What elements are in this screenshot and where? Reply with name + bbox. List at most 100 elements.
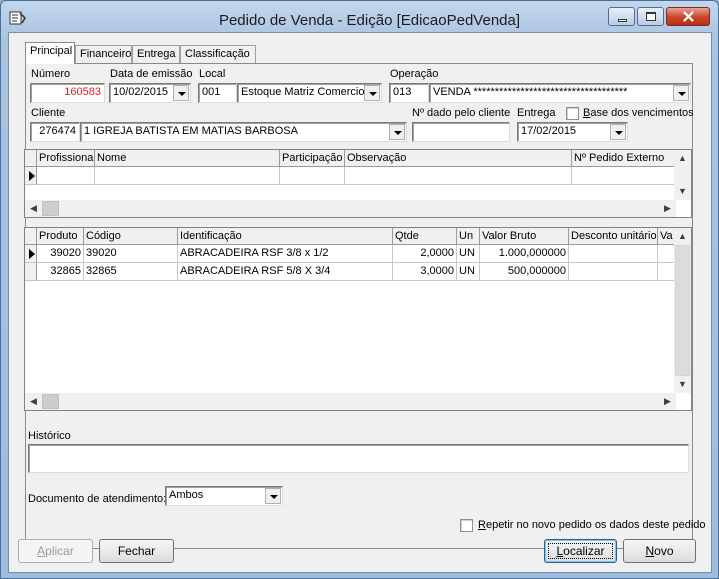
col-header-produto[interactable]: Produto (37, 228, 84, 245)
cliente-label: Cliente (31, 107, 66, 119)
cell-codigo[interactable]: 32865 (84, 263, 178, 281)
scroll-down-icon[interactable]: ▼ (674, 183, 691, 200)
chevron-down-icon[interactable] (673, 85, 689, 101)
pedido-cliente-field[interactable] (412, 122, 510, 142)
cliente-code-field[interactable]: 276474 (30, 122, 80, 142)
repetir-checkbox[interactable] (460, 519, 473, 532)
table-row[interactable] (25, 167, 676, 185)
row-indicator-header (25, 150, 37, 167)
pedido-cliente-label: Nº dado pelo cliente (412, 107, 511, 119)
table-row[interactable]: 32865 32865 ABRACADEIRA RSF 5/8 X 3/4 3,… (25, 263, 676, 281)
table-cell[interactable] (572, 167, 676, 185)
aplicar-button[interactable]: Aplicar (18, 539, 93, 563)
entrega-date-field[interactable]: 17/02/2015 (517, 122, 628, 142)
title-bar[interactable]: Pedido de Venda - Edição [EdicaoPedVenda… (1, 1, 718, 33)
close-icon (683, 11, 694, 22)
tab-classificacao[interactable]: Classificação (180, 45, 256, 64)
table-cell[interactable] (37, 167, 95, 185)
cell-identificacao[interactable]: ABRACADEIRA RSF 5/8 X 3/4 (178, 263, 393, 281)
cell-qtde[interactable]: 3,0000 (393, 263, 457, 281)
scroll-thumb[interactable] (42, 394, 59, 409)
local-label: Local (199, 68, 226, 80)
scroll-up-icon[interactable]: ▲ (674, 150, 691, 167)
scroll-thumb[interactable] (42, 201, 59, 216)
scroll-down-icon[interactable]: ▼ (674, 376, 691, 393)
localizar-button[interactable]: Localizar (544, 539, 617, 563)
cell-desconto-unitario[interactable] (569, 263, 658, 281)
cell-un[interactable]: UN (457, 245, 480, 263)
vertical-scrollbar[interactable]: ▲ ▼ (674, 228, 691, 393)
scroll-right-icon[interactable]: ▶ (659, 393, 676, 410)
minimize-button[interactable] (608, 7, 635, 26)
data-emissao-value: 10/02/2015 (113, 86, 169, 98)
row-indicator (25, 263, 37, 281)
operacao-code-field[interactable]: 013 (389, 83, 429, 103)
col-header-participacao[interactable]: Participação (280, 150, 345, 167)
documento-value: Ambos (169, 489, 204, 501)
table-cell[interactable] (345, 167, 572, 185)
tab-label: Principal (30, 45, 73, 57)
chevron-down-icon[interactable] (389, 124, 405, 140)
novo-button[interactable]: Novo (623, 539, 696, 563)
col-header-codigo[interactable]: Código (84, 228, 178, 245)
chevron-down-icon[interactable] (265, 488, 281, 504)
base-vencimentos-checkbox[interactable] (566, 107, 579, 120)
local-name-select[interactable]: Estoque Matriz Comercio (237, 83, 382, 103)
cell-codigo[interactable]: 39020 (84, 245, 178, 263)
chevron-down-icon[interactable] (173, 85, 189, 101)
horizontal-scrollbar[interactable]: ◀ ▶ (25, 393, 676, 410)
operacao-name-select[interactable]: VENDA **********************************… (429, 83, 691, 103)
cell-qtde[interactable]: 2,0000 (393, 245, 457, 263)
scroll-right-icon[interactable]: ▶ (659, 200, 676, 217)
tab-panel-principal: Número Data de emissão Local Operação 16… (24, 63, 694, 549)
tab-financeiro[interactable]: Financeiro (75, 45, 132, 64)
data-emissao-field[interactable]: 10/02/2015 (109, 83, 191, 103)
scroll-up-icon[interactable]: ▲ (674, 228, 691, 245)
tab-label: Classificação (185, 48, 250, 60)
tab-principal[interactable]: Principal (25, 42, 75, 64)
cell-un[interactable]: UN (457, 263, 480, 281)
col-header-profissional[interactable]: Profissional (37, 150, 95, 167)
cell-produto[interactable]: 32865 (37, 263, 84, 281)
col-header-observacao[interactable]: Observação (345, 150, 572, 167)
table-row[interactable]: 39020 39020 ABRACADEIRA RSF 3/8 x 1/2 2,… (25, 245, 676, 263)
cliente-name-select[interactable]: 1 IGREJA BATISTA EM MATIAS BARBOSA (80, 122, 407, 142)
cell-valor-bruto[interactable]: 1.000,000000 (480, 245, 569, 263)
items-grid-header: Produto Código Identificação Qtde Un Val… (25, 228, 676, 245)
fechar-button[interactable]: Fechar (99, 539, 174, 563)
scroll-left-icon[interactable]: ◀ (25, 200, 42, 217)
numero-field[interactable]: 160583 (30, 83, 105, 103)
cell-produto[interactable]: 39020 (37, 245, 84, 263)
cell-desconto-unitario[interactable] (569, 245, 658, 263)
data-emissao-label: Data de emissão (110, 68, 193, 80)
vertical-scrollbar[interactable]: ▲ ▼ (674, 150, 691, 200)
local-code-field[interactable]: 001 (198, 83, 237, 103)
chevron-down-icon[interactable] (364, 85, 380, 101)
profissional-grid[interactable]: Profissional Nome Participação Observaçã… (24, 149, 692, 218)
cell-identificacao[interactable]: ABRACADEIRA RSF 3/8 x 1/2 (178, 245, 393, 263)
col-header-qtde[interactable]: Qtde (393, 228, 457, 245)
col-header-valor-bruto[interactable]: Valor Bruto (480, 228, 569, 245)
repetir-text: epetir no novo pedido os dados deste ped… (485, 519, 706, 531)
tab-entrega[interactable]: Entrega (132, 45, 180, 64)
maximize-button[interactable] (637, 7, 664, 26)
col-header-un[interactable]: Un (457, 228, 480, 245)
chevron-down-icon[interactable] (610, 124, 626, 140)
documento-select[interactable]: Ambos (165, 486, 283, 506)
col-header-nome[interactable]: Nome (95, 150, 280, 167)
table-cell[interactable] (95, 167, 280, 185)
historico-field[interactable] (28, 444, 689, 473)
repetir-label: Repetir no novo pedido os dados deste pe… (478, 519, 706, 531)
novo-mnemonic: N (645, 544, 655, 558)
col-header-pedido-externo[interactable]: Nº Pedido Externo (572, 150, 676, 167)
table-cell[interactable] (280, 167, 345, 185)
col-header-desconto-unitario[interactable]: Desconto unitário (569, 228, 658, 245)
close-button[interactable] (666, 7, 710, 26)
horizontal-scrollbar[interactable]: ◀ ▶ (25, 200, 676, 217)
scroll-left-icon[interactable]: ◀ (25, 393, 42, 410)
cell-valor-bruto[interactable]: 500,000000 (480, 263, 569, 281)
items-grid[interactable]: Produto Código Identificação Qtde Un Val… (24, 227, 692, 411)
row-pointer-icon (29, 171, 35, 181)
col-header-identificacao[interactable]: Identificação (178, 228, 393, 245)
scroll-track[interactable] (675, 245, 690, 376)
